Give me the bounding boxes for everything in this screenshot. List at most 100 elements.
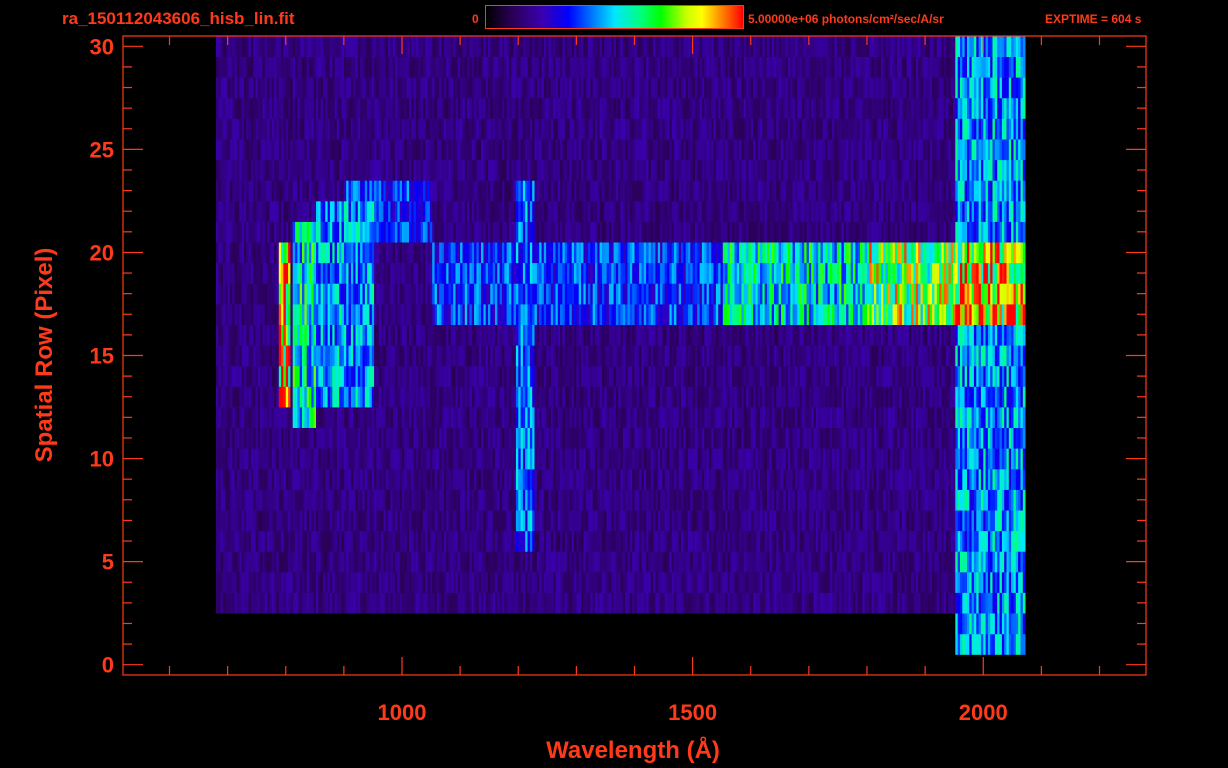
heatmap-cell	[1022, 407, 1026, 428]
heatmap-cell	[792, 571, 796, 593]
heatmap-cell	[850, 530, 854, 552]
heatmap-cell	[241, 468, 245, 490]
heatmap-cell	[576, 345, 580, 367]
heatmap-cell	[541, 489, 545, 511]
heatmap-cell	[741, 407, 745, 428]
heatmap-cell	[341, 489, 345, 511]
heatmap-cell	[448, 407, 452, 428]
heatmap-cell	[320, 324, 324, 346]
heatmap-cell	[885, 407, 889, 428]
heatmap-cell	[918, 551, 921, 573]
heatmap-cell	[608, 386, 612, 408]
heatmap-cell	[906, 365, 910, 387]
heatmap-cell	[892, 324, 896, 346]
heatmap-cell	[825, 345, 828, 367]
heatmap-cell	[478, 345, 482, 367]
heatmap-cell	[622, 530, 626, 552]
heatmap-cell	[948, 448, 952, 470]
heatmap-cell	[264, 510, 268, 532]
heatmap-cell	[388, 365, 391, 387]
heatmap-cell	[483, 427, 487, 449]
heatmap-cell	[334, 345, 338, 367]
heatmap-cell	[897, 530, 900, 552]
heatmap-cell	[899, 345, 903, 367]
heatmap-cell	[992, 345, 996, 367]
heatmap-cell	[425, 427, 428, 449]
heatmap-cell	[599, 345, 603, 367]
heatmap-cell	[292, 510, 296, 532]
heatmap-cell	[801, 510, 805, 532]
heatmap-cell	[425, 345, 428, 367]
heatmap-cell	[632, 489, 635, 511]
heatmap-cell	[409, 448, 412, 470]
heatmap-cell	[992, 510, 996, 532]
heatmap-cell	[390, 448, 394, 470]
heatmap-cell	[892, 427, 896, 449]
heatmap-cell	[922, 551, 926, 573]
heatmap-cell	[950, 489, 954, 511]
heatmap-cell	[969, 448, 972, 470]
heatmap-cell	[639, 551, 642, 573]
heatmap-cell	[994, 324, 998, 346]
heatmap-cell	[557, 489, 561, 511]
heatmap-cell	[295, 489, 298, 511]
heatmap-cell	[901, 530, 905, 552]
heatmap-cell	[511, 510, 514, 532]
heatmap-cell	[655, 489, 659, 511]
heatmap-cell	[346, 551, 349, 573]
heatmap-cell	[927, 427, 931, 449]
heatmap-cell	[632, 571, 635, 593]
heatmap-cell	[443, 448, 447, 470]
heatmap-cell	[406, 407, 410, 428]
heatmap-cell	[929, 571, 933, 593]
heatmap-cell	[646, 345, 649, 367]
heatmap-cell	[932, 324, 935, 346]
heatmap-cell	[950, 530, 954, 552]
heatmap-cell	[343, 489, 347, 511]
heatmap-cell	[641, 489, 645, 511]
heatmap-cell	[660, 407, 663, 428]
heatmap-cell	[818, 386, 821, 408]
heatmap-cell	[1013, 365, 1017, 387]
heatmap-cell	[536, 530, 540, 552]
heatmap-cell	[453, 510, 456, 532]
heatmap-cell	[822, 407, 826, 428]
heatmap-cell	[918, 489, 921, 511]
heatmap-cell	[441, 386, 445, 408]
heatmap-cell	[227, 530, 231, 552]
heatmap-cell	[983, 633, 986, 655]
heatmap-cell	[681, 468, 684, 490]
heatmap-cell	[557, 407, 561, 428]
heatmap-cell	[860, 592, 863, 614]
heatmap-cell	[327, 345, 331, 367]
heatmap-cell	[950, 345, 954, 367]
heatmap-cell	[862, 510, 866, 532]
heatmap-cell	[878, 571, 882, 593]
heatmap-cell	[439, 365, 442, 387]
heatmap-cell	[271, 510, 275, 532]
heatmap-cell	[753, 407, 756, 428]
heatmap-cell	[711, 448, 714, 470]
heatmap-cell	[918, 530, 921, 552]
heatmap-cell	[939, 365, 942, 387]
heatmap-cell	[229, 571, 233, 593]
heatmap-cell	[439, 551, 442, 573]
heatmap-cell	[476, 551, 480, 573]
heatmap-cell	[939, 407, 942, 428]
heatmap-cell	[860, 386, 863, 408]
heatmap-cell	[874, 530, 877, 552]
heatmap-cell	[216, 365, 219, 387]
heatmap-cell	[869, 510, 872, 532]
heatmap-cell	[297, 365, 301, 387]
heatmap-cell	[667, 345, 670, 367]
heatmap-cell	[467, 489, 470, 511]
heatmap-cell	[871, 592, 875, 614]
heatmap-cell	[618, 530, 621, 552]
heatmap-cell	[276, 304, 280, 325]
heatmap-cell	[832, 592, 835, 614]
heatmap-cell	[339, 468, 342, 490]
heatmap-cell	[253, 345, 256, 367]
heatmap-cell	[771, 427, 775, 449]
heatmap-cell	[678, 489, 682, 511]
heatmap-cell	[990, 613, 993, 635]
